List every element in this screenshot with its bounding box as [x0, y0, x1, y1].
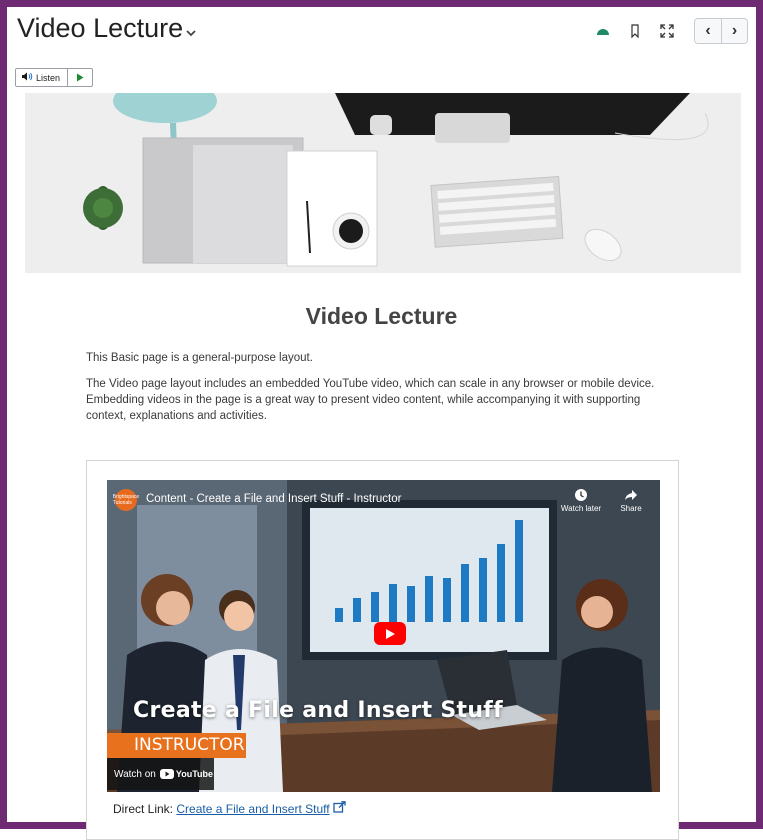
- topbar: Video Lecture ‹ ›: [7, 7, 756, 63]
- speaker-icon: [22, 72, 33, 83]
- readspeaker-bar: Listen: [15, 68, 94, 87]
- direct-link-prefix: Direct Link:: [113, 802, 174, 816]
- topic-navigation: ‹ ›: [694, 18, 748, 44]
- toolbar-icons: ‹ ›: [584, 18, 748, 44]
- clock-icon: [556, 488, 606, 504]
- video-title[interactable]: Content - Create a File and Insert Stuff…: [146, 493, 401, 505]
- video-description-paragraph: The Video page layout includes an embedd…: [86, 378, 655, 422]
- direct-link[interactable]: Create a File and Insert Stuff: [176, 802, 329, 816]
- play-button[interactable]: [68, 69, 92, 86]
- watch-later-label: Watch later: [560, 504, 602, 513]
- banner-image: [25, 93, 741, 273]
- listen-button[interactable]: Listen: [16, 69, 69, 86]
- bookmark-icon[interactable]: [622, 19, 648, 43]
- youtube-play-button[interactable]: [374, 622, 406, 645]
- page-title: Video Lecture: [17, 13, 184, 43]
- direct-link-text: Create a File and Insert Stuff: [176, 802, 330, 816]
- watch-on-label: Watch on: [114, 768, 156, 780]
- youtube-logo: YouTube: [159, 769, 214, 779]
- play-icon: [76, 69, 84, 87]
- content-heading: Video Lecture: [305, 303, 458, 329]
- watch-later-action[interactable]: Watch later: [556, 488, 606, 513]
- listen-label: Listen: [36, 72, 61, 83]
- external-link-icon[interactable]: [333, 801, 346, 816]
- share-icon: [606, 488, 656, 504]
- video-container: Brightspace Tutorials Content - Create a…: [86, 460, 679, 840]
- chevron-down-icon[interactable]: [185, 25, 197, 41]
- youtube-icon: [159, 769, 174, 779]
- share-action[interactable]: Share: [606, 488, 656, 513]
- youtube-label: YouTube: [175, 769, 214, 779]
- fullscreen-icon[interactable]: [654, 19, 680, 43]
- intro-paragraph: This Basic page is a general-purpose lay…: [86, 352, 313, 364]
- video-caption: Create a File and Insert Stuff: [133, 698, 504, 723]
- previous-topic-button[interactable]: ‹: [695, 19, 721, 43]
- channel-avatar[interactable]: Brightspace Tutorials: [113, 489, 139, 511]
- watch-on-youtube-button[interactable]: Watch on YouTube: [107, 758, 214, 790]
- instructor-banner: INSTRUCTOR: [107, 733, 246, 758]
- next-topic-button[interactable]: ›: [721, 19, 747, 43]
- content-frame: Video Lecture ‹ › Listen Video Lecture T…: [0, 0, 763, 840]
- youtube-embed[interactable]: Brightspace Tutorials Content - Create a…: [107, 480, 660, 792]
- reading-glasses-icon[interactable]: [590, 19, 616, 43]
- direct-link-row: Direct Link: Create a File and Insert St…: [113, 801, 346, 816]
- share-label: Share: [620, 504, 642, 513]
